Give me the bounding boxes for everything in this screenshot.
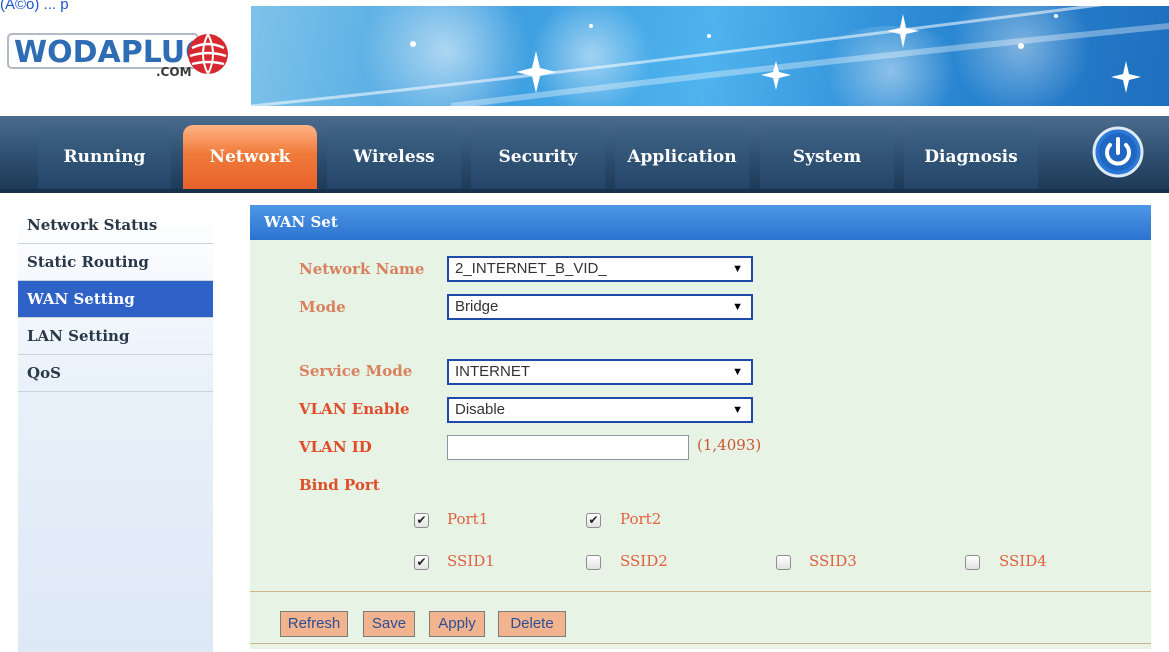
ssid4-label: SSID4 <box>999 552 1047 570</box>
port1-checkbox[interactable]: ✔ <box>414 513 429 528</box>
vlan-enable-value: Disable <box>455 401 506 418</box>
power-icon[interactable] <box>1092 126 1144 178</box>
ssid4-checkbox[interactable] <box>965 555 980 570</box>
port1-label: Port1 <box>447 510 489 528</box>
mode-select[interactable]: Bridge ▼ <box>447 294 753 320</box>
divider <box>250 591 1151 592</box>
panel-title: WAN Set <box>250 205 1151 240</box>
ssid1-checkbox[interactable]: ✔ <box>414 555 429 570</box>
logo-graphic: WODAPLUG .COM <box>7 33 228 79</box>
dropdown-arrow-icon: ▼ <box>732 263 743 275</box>
logo-sub: .COM <box>156 65 192 79</box>
save-button[interactable]: Save <box>363 611 415 637</box>
sidebar-item-network-status[interactable]: Network Status <box>18 207 213 244</box>
tab-network[interactable]: Network <box>183 125 317 189</box>
sidebar-item-static-routing[interactable]: Static Routing <box>18 244 213 281</box>
tab-system[interactable]: System <box>760 125 894 189</box>
mode-label: Mode <box>299 298 346 316</box>
network-name-select[interactable]: 2_INTERNET_B_VID_ ▼ <box>447 256 753 282</box>
port2-label: Port2 <box>620 510 662 528</box>
dropdown-arrow-icon: ▼ <box>732 404 743 416</box>
dropdown-arrow-icon: ▼ <box>732 366 743 378</box>
tab-diagnosis[interactable]: Diagnosis <box>904 125 1038 189</box>
tab-security[interactable]: Security <box>471 125 605 189</box>
mode-value: Bridge <box>455 298 499 315</box>
vlan-enable-select[interactable]: Disable ▼ <box>447 397 753 423</box>
ssid3-checkbox[interactable] <box>776 555 791 570</box>
ssid1-label: SSID1 <box>447 552 495 570</box>
ssid2-checkbox[interactable] <box>586 555 601 570</box>
bind-port-label: Bind Port <box>299 476 380 494</box>
wan-set-panel: WAN Set Network Name 2_INTERNET_B_VID_ ▼… <box>250 205 1151 649</box>
delete-button[interactable]: Delete <box>498 611 566 637</box>
sidebar-item-wan-setting[interactable]: WAN Setting <box>18 281 213 318</box>
banner-sparkles <box>251 6 1169 106</box>
service-mode-select[interactable]: INTERNET ▼ <box>447 359 753 385</box>
service-mode-label: Service Mode <box>299 362 413 380</box>
vlan-id-input[interactable] <box>447 435 689 460</box>
service-mode-value: INTERNET <box>455 363 530 380</box>
sidebar-item-lan-setting[interactable]: LAN Setting <box>18 318 213 355</box>
tab-running[interactable]: Running <box>38 125 171 189</box>
network-name-label: Network Name <box>299 260 425 278</box>
divider <box>250 643 1151 644</box>
ssid3-label: SSID3 <box>809 552 857 570</box>
port2-checkbox[interactable]: ✔ <box>586 513 601 528</box>
vlan-id-range-hint: (1,4093) <box>697 436 762 454</box>
tab-application[interactable]: Application <box>615 125 749 189</box>
sidebar-item-qos[interactable]: QoS <box>18 355 213 392</box>
header-banner <box>251 6 1169 106</box>
logo: WODAPLUG .COM <box>6 26 232 92</box>
network-name-value: 2_INTERNET_B_VID_ <box>455 260 607 277</box>
sidebar: Network Status Static Routing WAN Settin… <box>18 207 213 652</box>
vlan-id-label: VLAN ID <box>299 438 372 456</box>
ssid2-label: SSID2 <box>620 552 668 570</box>
tab-wireless[interactable]: Wireless <box>327 125 461 189</box>
dropdown-arrow-icon: ▼ <box>732 301 743 313</box>
refresh-button[interactable]: Refresh <box>280 611 348 637</box>
main-nav: Running Network Wireless Security Applic… <box>0 116 1169 193</box>
top-link[interactable]: (Ã©o) ... p <box>0 0 69 13</box>
apply-button[interactable]: Apply <box>429 611 485 637</box>
vlan-enable-label: VLAN Enable <box>299 400 410 418</box>
